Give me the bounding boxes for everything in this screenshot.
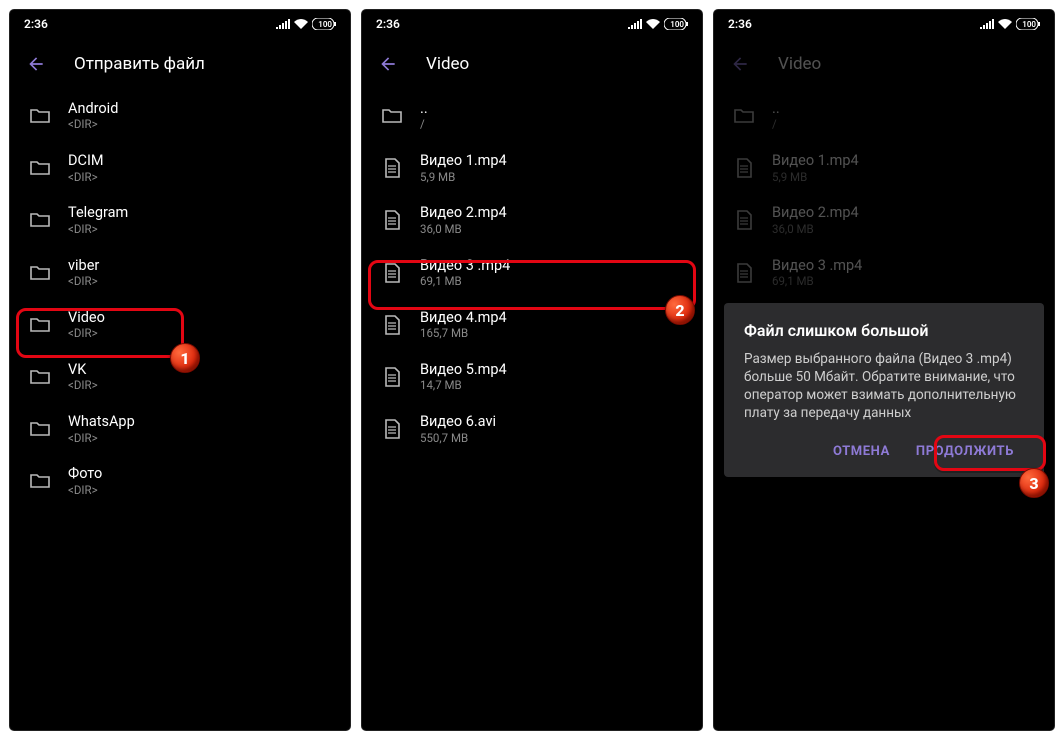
status-indicators: 100 (276, 18, 336, 30)
folder-sub: <DIR> (68, 223, 128, 237)
battery-percent: 100 (670, 20, 684, 29)
folder-icon (28, 313, 52, 337)
file-name: Видео 1.mp4 (420, 152, 507, 169)
status-time: 2:36 (376, 17, 400, 31)
file-name: Видео 3 .mp4 (420, 257, 510, 274)
folder-icon (28, 365, 52, 389)
folder-sub: <DIR> (68, 327, 105, 341)
continue-button[interactable]: ПРОДОЛЖИТЬ (906, 436, 1024, 467)
folder-row-photo[interactable]: Фото <DIR> (10, 455, 350, 507)
file-list[interactable]: ../ Видео 1.mp4 5,9 MB Видео 2.mp4 36,0 MB… (362, 90, 702, 730)
folder-sub: <DIR> (68, 118, 118, 132)
file-icon (380, 313, 404, 337)
folder-icon (28, 417, 52, 441)
folder-name: VK (68, 361, 98, 378)
file-name: Видео 2.mp4 (420, 204, 507, 221)
phone-screen-1: 2:36 100 Отправить файл Android<DIR> DCI… (10, 10, 350, 730)
folder-icon (28, 104, 52, 128)
folder-icon (380, 104, 404, 128)
file-row-video5[interactable]: Видео 5.mp414,7 MB (362, 351, 702, 403)
page-title: Отправить файл (74, 54, 205, 74)
folder-name: .. (420, 100, 428, 117)
page-title: Video (426, 54, 469, 74)
file-icon (380, 261, 404, 285)
folder-row-android[interactable]: Android<DIR> (10, 90, 350, 142)
wifi-icon (646, 19, 660, 29)
folder-sub: <DIR> (68, 379, 98, 393)
folder-row-telegram[interactable]: Telegram <DIR> (10, 194, 350, 246)
folder-row-up[interactable]: ../ (362, 90, 702, 142)
folder-icon (28, 469, 52, 493)
file-icon (380, 365, 404, 389)
file-name: Видео 6.avi (420, 413, 496, 430)
file-row-video2[interactable]: Видео 2.mp4 36,0 MB (362, 194, 702, 246)
file-row-video4[interactable]: Видео 4.mp4165,7 MB (362, 299, 702, 351)
dialog-actions: ОТМЕНА ПРОДОЛЖИТЬ (744, 436, 1024, 467)
folder-list[interactable]: Android<DIR> DCIM<DIR> Telegram<DIR> vib… (10, 90, 350, 730)
folder-row-dcim[interactable]: DCIM <DIR> (10, 142, 350, 194)
arrow-left-icon (26, 54, 46, 74)
file-icon (380, 208, 404, 232)
dialog-title: Файл слишком большой (744, 321, 1024, 340)
status-indicators: 100 (628, 18, 688, 30)
dialog-body: Размер выбранного файла (Видео 3 .mp4) б… (744, 350, 1024, 423)
file-icon (380, 417, 404, 441)
status-time: 2:36 (24, 17, 48, 31)
folder-row-whatsapp[interactable]: WhatsApp <DIR> (10, 403, 350, 455)
folder-name: DCIM (68, 152, 104, 169)
phone-screen-3: 2:36 100 Video ../ Видео 1.mp45,9 MB (714, 10, 1054, 730)
folder-name: Android (68, 100, 118, 117)
file-size: 14,7 MB (420, 379, 507, 393)
folder-row-viber[interactable]: viber<DIR> (10, 247, 350, 299)
folder-icon (28, 156, 52, 180)
folder-row-video[interactable]: Video<DIR> (10, 299, 350, 351)
folder-name: viber (68, 257, 99, 274)
folder-icon (28, 208, 52, 232)
file-size: 165,7 MB (420, 327, 507, 341)
status-bar: 2:36 100 (10, 10, 350, 38)
file-row-video6[interactable]: Видео 6.avi 550,7 MB (362, 403, 702, 455)
folder-sub: <DIR> (68, 171, 104, 185)
folder-sub: <DIR> (68, 275, 99, 289)
file-name: Видео 5.mp4 (420, 361, 507, 378)
folder-row-vk[interactable]: VK<DIR> (10, 351, 350, 403)
file-size: 36,0 MB (420, 223, 507, 237)
back-button[interactable] (370, 46, 406, 82)
file-row-video1[interactable]: Видео 1.mp4 5,9 MB (362, 142, 702, 194)
file-size: 5,9 MB (420, 171, 507, 185)
folder-name: Фото (68, 465, 102, 482)
file-too-large-dialog: Файл слишком большой Размер выбранного ф… (724, 303, 1044, 478)
cancel-button[interactable]: ОТМЕНА (823, 436, 900, 467)
folder-name: Video (68, 309, 105, 326)
app-bar: Video (362, 38, 702, 90)
file-name: Видео 4.mp4 (420, 309, 507, 326)
app-bar: Отправить файл (10, 38, 350, 90)
file-row-video3[interactable]: Видео 3 .mp469,1 MB (362, 247, 702, 299)
battery-percent: 100 (318, 20, 332, 29)
file-size: 69,1 MB (420, 275, 510, 289)
signal-icon (276, 19, 290, 29)
file-icon (380, 156, 404, 180)
folder-sub: / (420, 118, 428, 132)
folder-name: WhatsApp (68, 413, 135, 430)
folder-name: Telegram (68, 204, 128, 221)
wifi-icon (294, 19, 308, 29)
file-size: 550,7 MB (420, 432, 496, 446)
folder-sub: <DIR> (68, 432, 135, 446)
phone-screen-2: 2:36 100 Video ../ Видео 1.mp4 5,9 MB (362, 10, 702, 730)
folder-icon (28, 261, 52, 285)
back-button[interactable] (18, 46, 54, 82)
arrow-left-icon (378, 54, 398, 74)
status-bar: 2:36 100 (362, 10, 702, 38)
signal-icon (628, 19, 642, 29)
dialog-backdrop: Файл слишком большой Размер выбранного ф… (714, 10, 1054, 730)
folder-sub: <DIR> (68, 484, 102, 498)
